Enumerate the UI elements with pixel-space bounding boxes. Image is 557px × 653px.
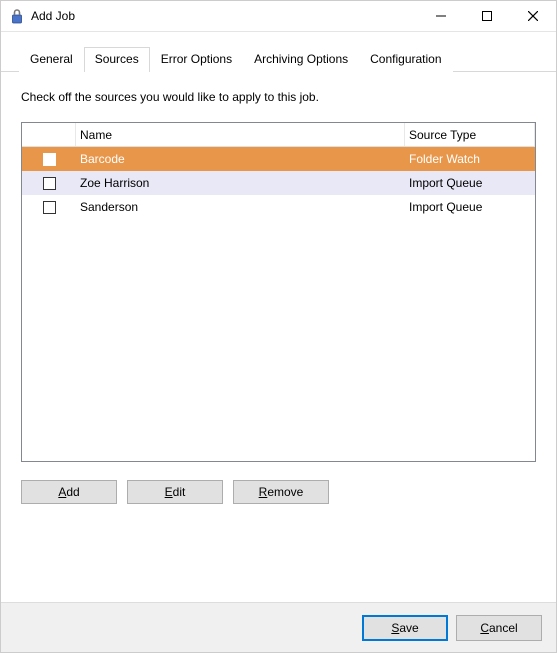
title-bar: Add Job <box>1 1 556 32</box>
row-name: Barcode <box>76 147 405 171</box>
close-button[interactable] <box>510 1 556 31</box>
tab-strip: General Sources Error Options Archiving … <box>1 32 556 72</box>
row-source-type: Folder Watch <box>405 147 535 171</box>
table-row[interactable]: Barcode Folder Watch <box>22 147 535 171</box>
row-checkbox[interactable] <box>43 201 56 214</box>
grid-header: Name Source Type <box>22 123 535 147</box>
row-source-type: Import Queue <box>405 171 535 195</box>
row-name: Sanderson <box>76 195 405 219</box>
dialog-footer: Save Cancel <box>1 602 556 652</box>
col-header-name[interactable]: Name <box>76 123 405 146</box>
cancel-button[interactable]: Cancel <box>456 615 542 641</box>
window-controls <box>418 1 556 31</box>
add-button-rest: dd <box>66 485 79 499</box>
table-row[interactable]: Sanderson Import Queue <box>22 195 535 219</box>
tab-general[interactable]: General <box>19 47 84 72</box>
add-button[interactable]: Add <box>21 480 117 504</box>
edit-button[interactable]: Edit <box>127 480 223 504</box>
tab-error-options[interactable]: Error Options <box>150 47 243 72</box>
col-header-checkbox[interactable] <box>22 123 76 146</box>
maximize-button[interactable] <box>464 1 510 31</box>
tab-archiving-options[interactable]: Archiving Options <box>243 47 359 72</box>
edit-button-rest: dit <box>173 485 186 499</box>
remove-button-rest: emove <box>267 485 303 499</box>
save-button-rest: ave <box>399 621 418 635</box>
instruction-text: Check off the sources you would like to … <box>21 90 536 104</box>
lock-icon <box>9 8 25 24</box>
client-area: General Sources Error Options Archiving … <box>1 32 556 514</box>
tab-sources[interactable]: Sources <box>84 47 150 72</box>
sources-panel: Check off the sources you would like to … <box>1 72 556 514</box>
row-source-type: Import Queue <box>405 195 535 219</box>
sources-grid: Name Source Type Barcode Folder Watch Zo… <box>21 122 536 462</box>
tab-configuration[interactable]: Configuration <box>359 47 452 72</box>
row-name: Zoe Harrison <box>76 171 405 195</box>
window-title: Add Job <box>31 9 418 23</box>
cancel-button-rest: ancel <box>489 621 518 635</box>
row-checkbox[interactable] <box>43 153 56 166</box>
remove-button[interactable]: Remove <box>233 480 329 504</box>
grid-buttons: Add Edit Remove <box>21 480 536 504</box>
save-button[interactable]: Save <box>362 615 448 641</box>
minimize-button[interactable] <box>418 1 464 31</box>
col-header-source-type[interactable]: Source Type <box>405 123 535 146</box>
table-row[interactable]: Zoe Harrison Import Queue <box>22 171 535 195</box>
row-checkbox[interactable] <box>43 177 56 190</box>
